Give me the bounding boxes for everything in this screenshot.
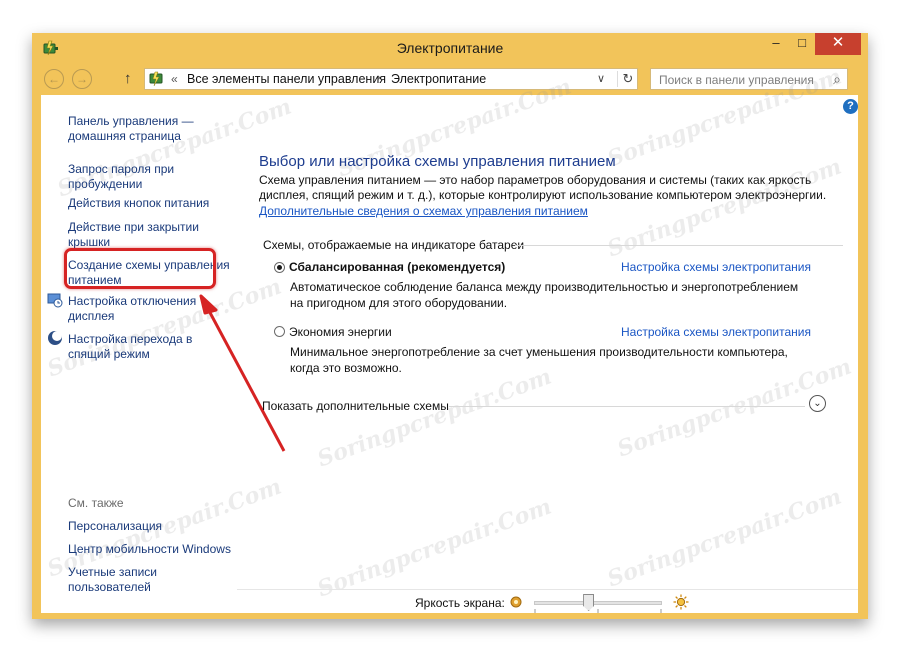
brightness-slider-track[interactable] [534,601,662,605]
maximize-button[interactable]: □ [789,33,815,55]
page-description: Схема управления питанием — это набор па… [259,173,827,202]
sleep-moon-icon [48,331,62,345]
breadcrumb-all-items[interactable]: Все элементы панели управления [187,72,386,86]
display-settings-icon [47,293,63,308]
plan-power-saver-radio[interactable] [274,326,285,337]
control-panel-window: Электропитание – □ ✕ ← → ↑ « Все элемент… [32,33,868,619]
expand-chevron-icon[interactable]: ⌄ [809,395,826,412]
brightness-slider-ticks [534,609,662,613]
sidebar-item-lid-close-action[interactable]: Действие при закрытии крышки [68,220,233,250]
close-button[interactable]: ✕ [815,33,861,55]
watermark: Soringpcrepair.Com [314,363,555,473]
window-title: Электропитание [396,40,504,56]
breadcrumb-power-options[interactable]: Электропитание [391,72,486,86]
left-navigation-pane: Панель управления — домашняя страница За… [41,95,237,613]
refresh-icon[interactable]: ↻ [617,71,638,87]
up-button[interactable]: ↑ [124,70,132,87]
search-icon[interactable]: ⌕ [833,71,841,88]
sidebar-item-sleep-settings[interactable]: Настройка перехода в спящий режим [68,332,233,362]
sidebar-item-control-panel-home[interactable]: Панель управления — домашняя страница [68,114,233,144]
plan-balanced-radio[interactable] [274,262,285,273]
search-placeholder: Поиск в панели управления [659,73,814,87]
sidebar-item-require-password[interactable]: Запрос пароля при пробуждении [68,162,233,192]
watermark: Soringpcrepair.Com [604,483,845,593]
more-divider [449,406,805,407]
see-also-heading: См. также [68,496,124,510]
brightness-high-icon [673,594,689,610]
plan-balanced-settings-link[interactable]: Настройка схемы электропитания [621,260,811,274]
page-title: Выбор или настройка схемы управления пит… [259,153,616,170]
annotation-highlight-box [64,248,216,289]
see-also-user-accounts[interactable]: Учетные записи пользователей [68,565,233,595]
address-bar[interactable]: « Все элементы панели управления › Элект… [144,68,638,90]
brightness-low-icon [510,596,522,608]
minimize-button[interactable]: – [763,33,789,55]
sidebar-item-power-buttons[interactable]: Действия кнопок питания [68,196,233,211]
brightness-bar: Яркость экрана: [237,589,858,614]
content-area: Soringpcrepair.Com Soringpcrepair.Com So… [41,64,858,614]
watermark: Soringpcrepair.Com [604,153,845,263]
back-button[interactable]: ← [44,69,64,89]
see-also-personalization[interactable]: Персонализация [68,519,233,534]
group-divider [515,245,843,246]
plan-power-saver-name[interactable]: Экономия энергии [289,325,392,339]
watermark: Soringpcrepair.Com [314,493,555,603]
sidebar-item-display-off[interactable]: Настройка отключения дисплея [68,294,233,324]
see-also-mobility-center[interactable]: Центр мобильности Windows [68,542,233,557]
more-info-link[interactable]: Дополнительные сведения о схемах управле… [259,204,588,218]
plans-group-label: Схемы, отображаемые на индикаторе батаре… [263,238,525,252]
plan-balanced-name[interactable]: Сбалансированная (рекомендуется) [289,260,505,274]
show-more-plans-label[interactable]: Показать дополнительные схемы [262,399,449,413]
title-bar[interactable]: Электропитание – □ ✕ [32,33,868,63]
search-input[interactable]: Поиск в панели управления ⌕ [650,68,848,90]
plan-power-saver-settings-link[interactable]: Настройка схемы электропитания [621,325,811,339]
breadcrumb-separator-icon[interactable]: › [377,72,381,84]
breadcrumb-overflow-chevron-icon[interactable]: « [171,72,178,86]
brightness-label: Яркость экрана: [415,596,505,610]
plan-power-saver-description: Минимальное энергопотребление за счет ум… [290,345,788,375]
address-dropdown-icon[interactable]: ∨ [597,72,605,85]
help-icon[interactable]: ? [843,99,858,114]
navigation-bar: ← → ↑ « Все элементы панели управления ›… [32,63,868,95]
forward-button[interactable]: → [72,69,92,89]
plan-balanced-description: Автоматическое соблюдение баланса между … [290,280,799,310]
control-panel-icon [149,71,163,87]
